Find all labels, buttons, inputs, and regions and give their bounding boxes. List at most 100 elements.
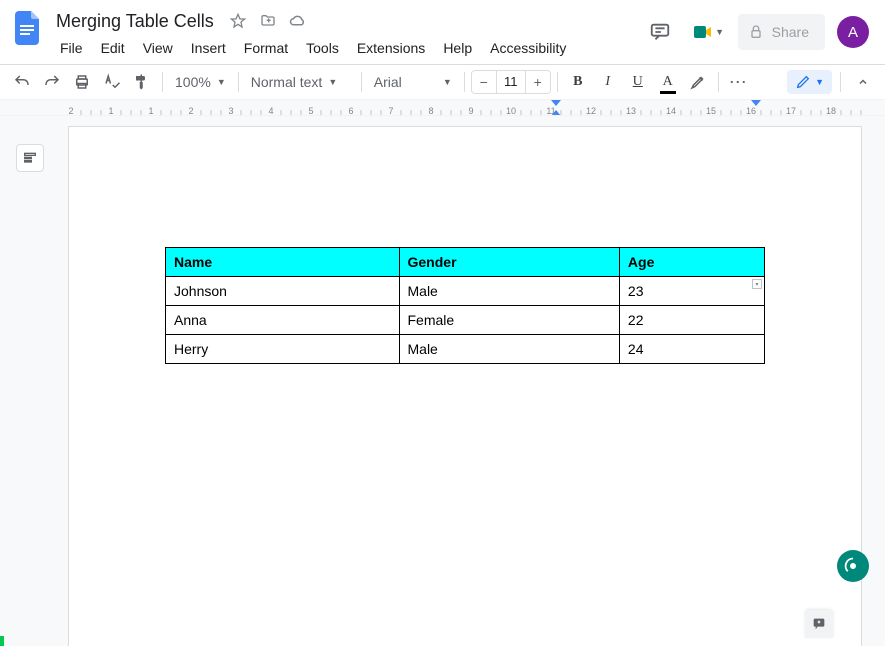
presence-indicator (0, 636, 4, 646)
star-icon[interactable] (228, 11, 248, 31)
menu-tools[interactable]: Tools (298, 36, 347, 60)
share-label: Share (772, 24, 809, 40)
more-tools-button[interactable]: ⋯ (725, 68, 753, 96)
ruler-number: 3 (228, 106, 233, 116)
feedback-button[interactable] (805, 610, 833, 638)
ruler-number: 9 (468, 106, 473, 116)
table-cell[interactable]: 23 ▾ (619, 277, 764, 306)
ruler-number: 16 (746, 106, 756, 116)
meet-icon[interactable]: ▼ (690, 14, 726, 50)
toolbar-separator (361, 72, 362, 92)
table-cell-value: 23 (628, 283, 644, 299)
table-cell[interactable]: 22 (619, 306, 764, 335)
ruler-number: 12 (586, 106, 596, 116)
explore-button[interactable] (837, 550, 869, 582)
editing-mode-button[interactable]: ▼ (787, 70, 832, 94)
table-cell[interactable]: Herry (166, 335, 400, 364)
table-row[interactable]: Herry Male 24 (166, 335, 765, 364)
ruler-indent-marker[interactable] (551, 100, 561, 106)
move-folder-icon[interactable] (258, 11, 278, 31)
table-cell[interactable]: Male (399, 335, 619, 364)
chevron-down-icon: ▼ (328, 77, 337, 87)
avatar[interactable]: A (837, 16, 869, 48)
ruler-number: 10 (506, 106, 516, 116)
table-cell[interactable]: Male (399, 277, 619, 306)
undo-button[interactable] (8, 68, 36, 96)
menu-format[interactable]: Format (236, 36, 296, 60)
font-size-value[interactable]: 11 (496, 70, 526, 94)
chevron-down-icon: ▼ (443, 77, 452, 87)
docs-logo[interactable] (8, 8, 48, 48)
ruler-number: 15 (706, 106, 716, 116)
toolbar-separator (557, 72, 558, 92)
outline-toggle[interactable] (16, 144, 44, 172)
cloud-status-icon[interactable] (288, 11, 308, 31)
menu-file[interactable]: File (52, 36, 91, 60)
menu-view[interactable]: View (135, 36, 181, 60)
font-size-increase[interactable]: + (526, 70, 550, 94)
hide-menus-button[interactable] (849, 68, 877, 96)
ruler-number: 18 (826, 106, 836, 116)
font-value: Arial (374, 74, 402, 90)
table-header-cell[interactable]: Name (166, 248, 400, 277)
ruler-number: 2 (188, 106, 193, 116)
title-menu-column: Merging Table Cells File Edit View Inser… (52, 8, 642, 62)
paint-format-button[interactable] (128, 68, 156, 96)
menu-extensions[interactable]: Extensions (349, 36, 433, 60)
document-title[interactable]: Merging Table Cells (52, 11, 218, 32)
underline-button[interactable]: U (624, 68, 652, 96)
document-page[interactable]: Name Gender Age Johnson Male 23 ▾ Anna F… (68, 126, 862, 646)
menu-edit[interactable]: Edit (93, 36, 133, 60)
document-table[interactable]: Name Gender Age Johnson Male 23 ▾ Anna F… (165, 247, 765, 364)
ruler-number: 17 (786, 106, 796, 116)
table-cell-options-icon[interactable]: ▾ (752, 279, 762, 289)
ruler-number: 8 (428, 106, 433, 116)
menu-accessibility[interactable]: Accessibility (482, 36, 574, 60)
table-row[interactable]: Anna Female 22 (166, 306, 765, 335)
table-header-cell[interactable]: Age (619, 248, 764, 277)
toolbar: 100% ▼ Normal text ▼ Arial ▼ − 11 + B I … (0, 64, 885, 100)
highlight-button[interactable] (684, 68, 712, 96)
comments-icon[interactable] (642, 14, 678, 50)
table-cell[interactable]: Johnson (166, 277, 400, 306)
ruler-number: 13 (626, 106, 636, 116)
text-color-button[interactable]: A (654, 68, 682, 96)
chevron-down-icon: ▼ (217, 77, 226, 87)
bold-button[interactable]: B (564, 68, 592, 96)
paragraph-style-selector[interactable]: Normal text ▼ (245, 68, 355, 96)
font-size-control: − 11 + (471, 70, 551, 94)
toolbar-separator (162, 72, 163, 92)
table-header-cell[interactable]: Gender (399, 248, 619, 277)
lock-icon (748, 24, 764, 40)
ruler-number: 1 (108, 106, 113, 116)
ruler-number: 6 (348, 106, 353, 116)
table-cell[interactable]: Female (399, 306, 619, 335)
menu-help[interactable]: Help (435, 36, 480, 60)
ruler-number: 1 (148, 106, 153, 116)
table-header-row[interactable]: Name Gender Age (166, 248, 765, 277)
redo-button[interactable] (38, 68, 66, 96)
table-cell[interactable]: 24 (619, 335, 764, 364)
menu-insert[interactable]: Insert (183, 36, 234, 60)
chevron-down-icon: ▼ (715, 27, 724, 37)
title-right: ▼ Share A (642, 8, 877, 56)
font-size-decrease[interactable]: − (472, 70, 496, 94)
zoom-selector[interactable]: 100% ▼ (169, 68, 232, 96)
paragraph-style-value: Normal text (251, 74, 323, 90)
print-button[interactable] (68, 68, 96, 96)
font-selector[interactable]: Arial ▼ (368, 68, 458, 96)
toolbar-separator (718, 72, 719, 92)
ruler[interactable]: 21123456789101112131415161718 (0, 100, 885, 116)
title-row: Merging Table Cells (52, 8, 642, 34)
docs-logo-icon (15, 11, 41, 45)
ruler-number: 14 (666, 106, 676, 116)
table-cell[interactable]: Anna (166, 306, 400, 335)
share-button[interactable]: Share (738, 14, 825, 50)
table-row[interactable]: Johnson Male 23 ▾ (166, 277, 765, 306)
ruler-right-indent-marker[interactable] (751, 100, 761, 106)
italic-button[interactable]: I (594, 68, 622, 96)
menu-bar: File Edit View Insert Format Tools Exten… (52, 34, 642, 62)
ruler-number: 7 (388, 106, 393, 116)
spellcheck-button[interactable] (98, 68, 126, 96)
ruler-number: 5 (308, 106, 313, 116)
